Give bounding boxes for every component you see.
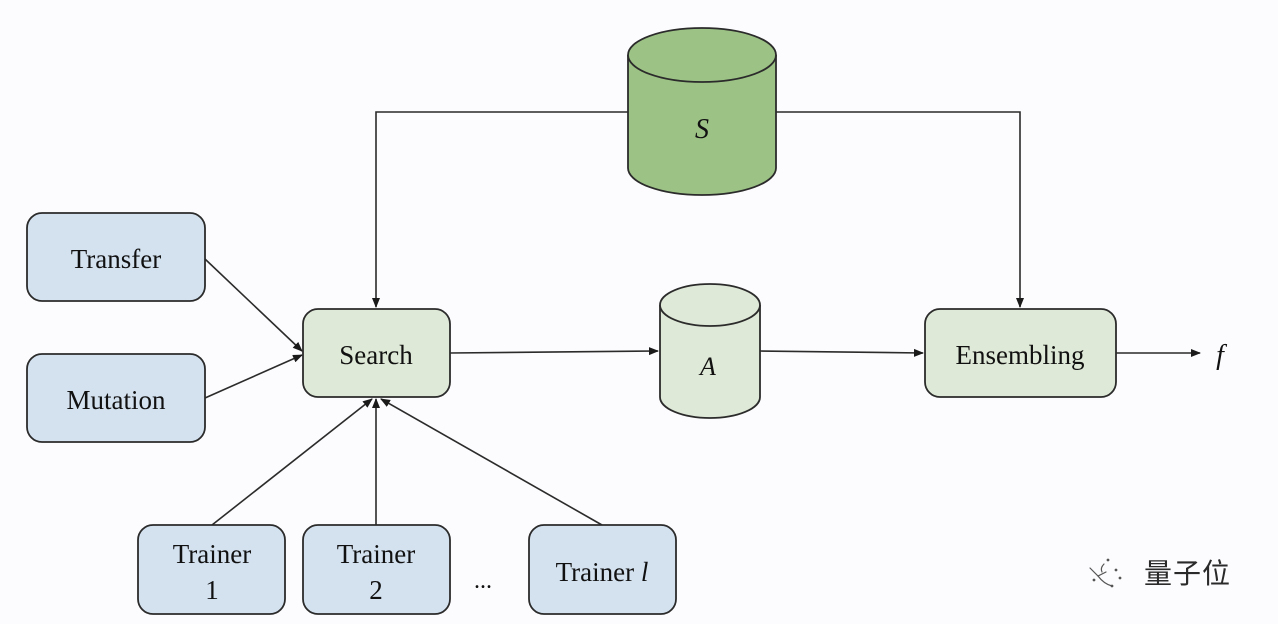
watermark: 量子位	[1086, 550, 1231, 594]
trainer-2-label-line2: 2	[369, 575, 383, 605]
ensembling-node: Ensembling	[924, 308, 1117, 398]
trainer-l-node: Trainer l	[528, 524, 677, 615]
edge-mutation-to-search	[204, 354, 303, 399]
storage-a-cylinder: A	[659, 283, 761, 419]
edge-s-to-ensembling	[776, 111, 1024, 308]
search-label: Search	[339, 340, 413, 370]
edge-s-to-search	[372, 111, 628, 308]
storage-s-cylinder: S	[627, 27, 777, 196]
mutation-label: Mutation	[67, 385, 166, 415]
edge-trainer1-to-search	[211, 398, 373, 526]
trainer-1-label-line2: 1	[205, 575, 219, 605]
output-f-label: f	[1216, 340, 1227, 371]
watermark-text: 量子位	[1144, 557, 1232, 590]
mutation-node: Mutation	[26, 353, 206, 443]
storage-a-label: A	[698, 352, 716, 381]
edge-trainerl-to-search	[380, 398, 603, 526]
trainers-ellipsis: ...	[474, 568, 492, 594]
trainer-l-label: Trainer l	[556, 557, 649, 587]
trainer-l-variable: l	[641, 557, 649, 587]
edge-transfer-to-search	[204, 258, 303, 352]
transfer-label: Transfer	[71, 244, 162, 274]
watermark-logo-icon	[1089, 558, 1122, 588]
ensembling-label: Ensembling	[956, 340, 1085, 370]
trainer-2-label-line1: Trainer	[337, 539, 416, 569]
trainer-1-label-line1: Trainer	[173, 539, 252, 569]
trainer-2-node: Trainer 2	[302, 524, 451, 615]
search-node: Search	[302, 308, 451, 398]
edge-a-to-ensembling	[759, 348, 924, 357]
trainer-l-prefix: Trainer	[556, 557, 641, 587]
storage-s-label: S	[695, 114, 709, 145]
transfer-node: Transfer	[26, 212, 206, 302]
trainer-1-node: Trainer 1	[137, 524, 286, 615]
edge-search-to-a	[449, 347, 659, 356]
flow-diagram: S A Transfer Mutation Search Ensembling …	[26, 27, 1227, 615]
